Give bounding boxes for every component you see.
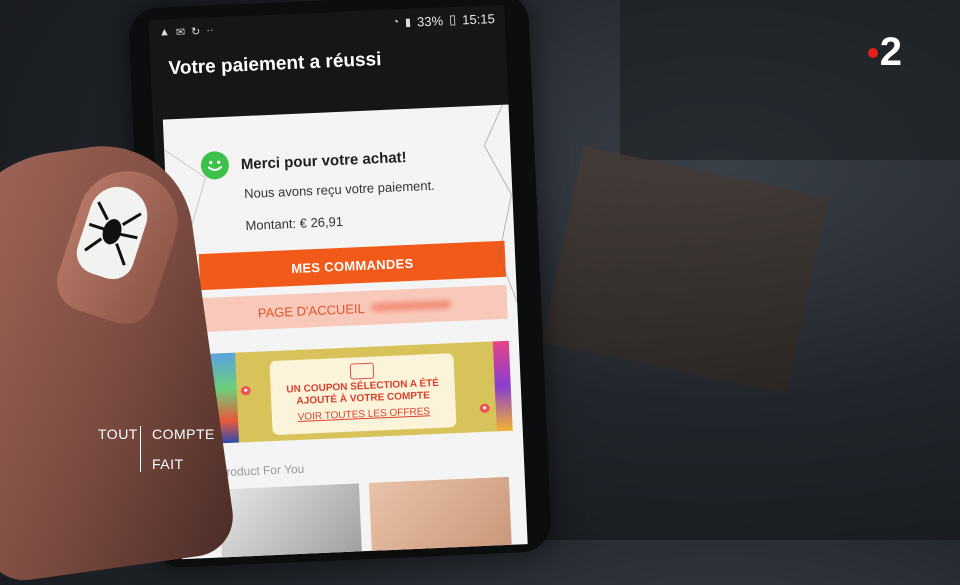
mail-icon: ✉ <box>175 26 186 39</box>
wifi-icon: ◔ <box>392 16 400 29</box>
clock: 15:15 <box>461 10 496 27</box>
show-word-compte: COMPTE <box>152 426 215 442</box>
background-box <box>541 146 829 394</box>
signal-icon: ▮ <box>404 16 412 29</box>
background-shadow <box>620 0 960 160</box>
channel-dot-icon <box>867 47 878 58</box>
more-notifications: ·· <box>206 24 214 37</box>
show-logo-divider <box>140 426 141 472</box>
battery-icon: ▯ <box>448 11 457 27</box>
sync-icon: ↻ <box>190 25 201 38</box>
page-title: Votre paiement a réussi <box>168 48 382 80</box>
channel-number: 2 <box>879 30 902 74</box>
notification-icon: ▲ <box>158 26 171 39</box>
channel-logo: 2 <box>867 30 902 75</box>
show-word-fait: FAIT <box>152 456 184 472</box>
battery-level: 33% <box>416 12 444 29</box>
show-word-tout: TOUT <box>98 426 138 442</box>
